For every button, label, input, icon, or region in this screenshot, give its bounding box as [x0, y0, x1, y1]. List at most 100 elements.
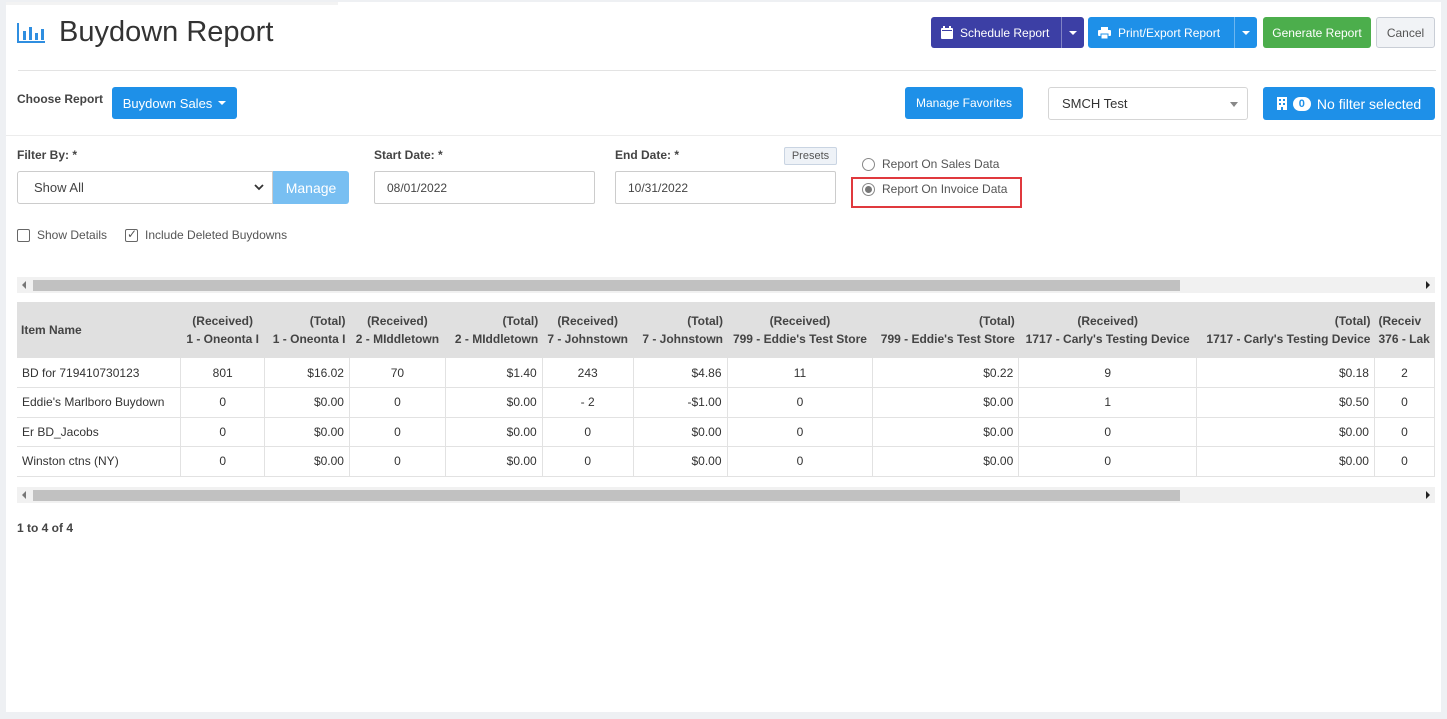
table-row[interactable]: Eddie's Marlboro Buydown 0 $0.00 0 $0.00- 2-… — [17, 387, 1435, 418]
generate-report-button[interactable]: Generate Report — [1263, 17, 1371, 48]
table-horizontal-scrollbar-top[interactable] — [17, 277, 1435, 293]
table-cell: 1 — [1018, 387, 1198, 418]
table-cell: 0 — [542, 417, 634, 447]
column-header[interactable]: (Received) 1 - Oneonta I — [180, 302, 265, 358]
table-cell: $0.00 — [1196, 446, 1375, 477]
column-header-line2: 799 - Eddie's Test Store — [880, 332, 1015, 346]
pagination-summary: 1 to 4 of 4 — [17, 521, 74, 535]
table-cell: 0 — [1018, 446, 1198, 477]
scroll-right-icon[interactable] — [1426, 491, 1430, 499]
include-deleted-checkbox[interactable] — [125, 227, 138, 242]
show-details-checkbox-row[interactable]: Show Details — [17, 228, 107, 242]
show-details-label: Show Details — [37, 228, 108, 242]
manage-filter-button[interactable]: Manage — [273, 171, 349, 204]
table-row[interactable]: BD for 719410730123 801 $16.02 70 $1.40 243 $4… — [17, 358, 1435, 388]
table-cell: 2 — [1374, 358, 1435, 388]
table-cell: $0.00 — [445, 417, 543, 447]
report-type-dropdown[interactable]: Buydown Sales — [112, 87, 237, 119]
column-header[interactable]: (Total) 1717 - Carly's Testing Device — [1196, 302, 1375, 358]
table-cell: $16.02 — [264, 358, 350, 388]
end-date-label: End Date: * — [615, 148, 680, 162]
table-cell: Eddie's Marlboro Buydown — [17, 387, 182, 418]
report-type-label: Buydown Sales — [122, 95, 213, 111]
cancel-button[interactable]: Cancel — [1376, 17, 1435, 48]
scroll-left-icon[interactable] — [22, 491, 26, 499]
table-cell: 801 — [180, 358, 266, 388]
filter-selector-button[interactable]: 0 No filter selected — [1263, 87, 1435, 120]
table-row[interactable]: Winston ctns (NY) 0 $0.00 0 $0.00 0 $0.00 0 $0.0… — [17, 446, 1435, 477]
column-header-line2: 1 - Oneonta I — [272, 332, 346, 346]
caret-down-icon — [1069, 30, 1077, 35]
column-header[interactable]: (Total) 7 - Johnstown — [633, 302, 727, 358]
column-header-line1: (Total) — [309, 314, 346, 328]
table-cell: $0.00 — [633, 417, 728, 447]
column-header[interactable]: (Total) 1 - Oneonta I — [264, 302, 350, 358]
column-header-line1: (Total) — [687, 314, 723, 328]
start-date-input[interactable]: 08/01/2022 — [374, 171, 595, 204]
scroll-right-icon[interactable] — [1426, 281, 1430, 289]
table-horizontal-scrollbar-bottom[interactable] — [17, 487, 1435, 503]
table-cell: 0 — [180, 417, 266, 447]
table-cell: 0 — [349, 417, 446, 447]
table-cell: 0 — [542, 446, 634, 477]
scrollbar-thumb[interactable] — [33, 490, 1180, 501]
column-header-line1: (Received) — [367, 314, 428, 328]
column-header[interactable]: (Received) 2 - MIddletown — [349, 302, 446, 358]
presets-button[interactable]: Presets — [784, 147, 837, 165]
column-header-line1: (Received) — [769, 314, 831, 328]
radio-sales-data[interactable]: Report On Sales Data — [862, 157, 999, 171]
top-tab-strip — [6, 2, 338, 5]
column-header[interactable]: (Received) 1717 - Carly's Testing Device — [1018, 302, 1197, 358]
table-cell: $0.18 — [1196, 358, 1375, 388]
filter-by-value: Show All — [34, 180, 84, 195]
table-cell: 0 — [1018, 417, 1198, 447]
printer-icon — [1098, 26, 1111, 39]
column-header-line1: (Received) — [1077, 314, 1139, 328]
column-header-line1: (Received) — [557, 314, 619, 328]
report-table: Item Name (Received) 1 - Oneonta I (Total) 1… — [17, 302, 1435, 477]
schedule-report-label: Schedule Report — [960, 25, 1050, 40]
include-deleted-checkbox-row[interactable]: Include Deleted Buydowns — [125, 227, 287, 242]
store-select[interactable]: SMCH Test — [1048, 87, 1248, 120]
schedule-report-dropdown[interactable] — [1061, 17, 1084, 48]
print-export-dropdown[interactable] — [1234, 17, 1257, 48]
column-header[interactable]: (Received) 799 - Eddie's Test Store — [727, 302, 873, 358]
column-header[interactable]: Item Name — [17, 302, 181, 358]
column-header-line2: 1717 - Carly's Testing Device — [1025, 332, 1190, 346]
table-cell: 0 — [727, 417, 874, 447]
schedule-report-button[interactable]: Schedule Report — [931, 17, 1084, 48]
column-header-line1: Item Name — [21, 323, 82, 337]
radio-button[interactable] — [862, 157, 875, 171]
table-cell: $0.00 — [264, 417, 350, 447]
table-cell: 0 — [349, 446, 446, 477]
scrollbar-thumb[interactable] — [33, 280, 1180, 291]
table-cell: $0.00 — [633, 446, 728, 477]
table-cell: 0 — [727, 387, 874, 418]
print-export-report-button[interactable]: Print/Export Report — [1088, 17, 1257, 48]
highlight-annotation-box — [851, 177, 1022, 208]
show-details-checkbox[interactable] — [17, 228, 30, 242]
table-row[interactable]: Er BD_Jacobs 0 $0.00 0 $0.00 0 $0.00 0 $0.00 0 $0.… — [17, 417, 1435, 447]
column-header[interactable]: (Total) 2 - MIddletown — [445, 302, 543, 358]
column-header[interactable]: (Receiv 376 - Lak — [1374, 302, 1435, 358]
page-title: Buydown Report — [59, 16, 274, 48]
end-date-input[interactable]: 10/31/2022 — [615, 171, 836, 204]
calendar-icon — [941, 26, 953, 39]
filter-by-select[interactable]: Show All — [17, 171, 273, 204]
scroll-left-icon[interactable] — [22, 281, 26, 289]
column-header-line1: (Total) — [1334, 314, 1371, 328]
table-cell: $1.40 — [445, 358, 543, 388]
column-header[interactable]: (Total) 799 - Eddie's Test Store — [872, 302, 1019, 358]
table-cell: 0 — [1374, 387, 1435, 418]
table-cell: $0.00 — [445, 387, 543, 418]
manage-favorites-button[interactable]: Manage Favorites — [905, 87, 1023, 119]
table-cell: $0.50 — [1196, 387, 1375, 418]
table-cell: 0 — [727, 446, 874, 477]
report-table-container: Item Name (Received) 1 - Oneonta I (Total) 1… — [17, 302, 1435, 480]
table-cell: $0.00 — [872, 417, 1020, 447]
column-header-line2: 2 - MIddletown — [454, 332, 539, 346]
column-header[interactable]: (Received) 7 - Johnstown — [542, 302, 634, 358]
choose-report-label: Choose Report — [17, 92, 104, 106]
table-cell: 243 — [542, 358, 634, 388]
column-header-line1: (Total) — [979, 314, 1015, 328]
